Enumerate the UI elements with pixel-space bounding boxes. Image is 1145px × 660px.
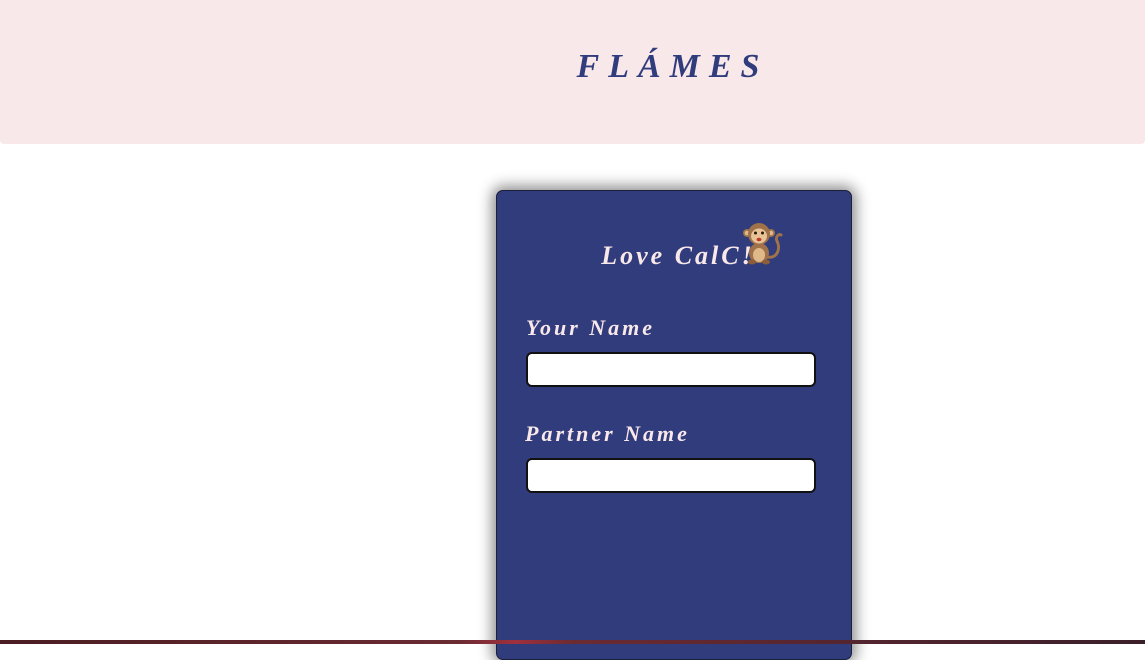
page-title: FLÁMES: [576, 48, 769, 85]
partner-name-label: Partner Name: [525, 421, 690, 446]
your-name-input[interactable]: [526, 352, 816, 387]
partner-name-input[interactable]: [526, 458, 816, 493]
monkey-icon: [743, 223, 783, 265]
your-name-label: Your Name: [526, 315, 656, 340]
page-header: FLÁMES: [0, 0, 1145, 144]
card-title: Love CalC!: [601, 241, 755, 270]
love-calc-card: Love CalC! Your Name Partner Name: [496, 190, 852, 660]
bottom-edge-strip: [0, 640, 1145, 644]
